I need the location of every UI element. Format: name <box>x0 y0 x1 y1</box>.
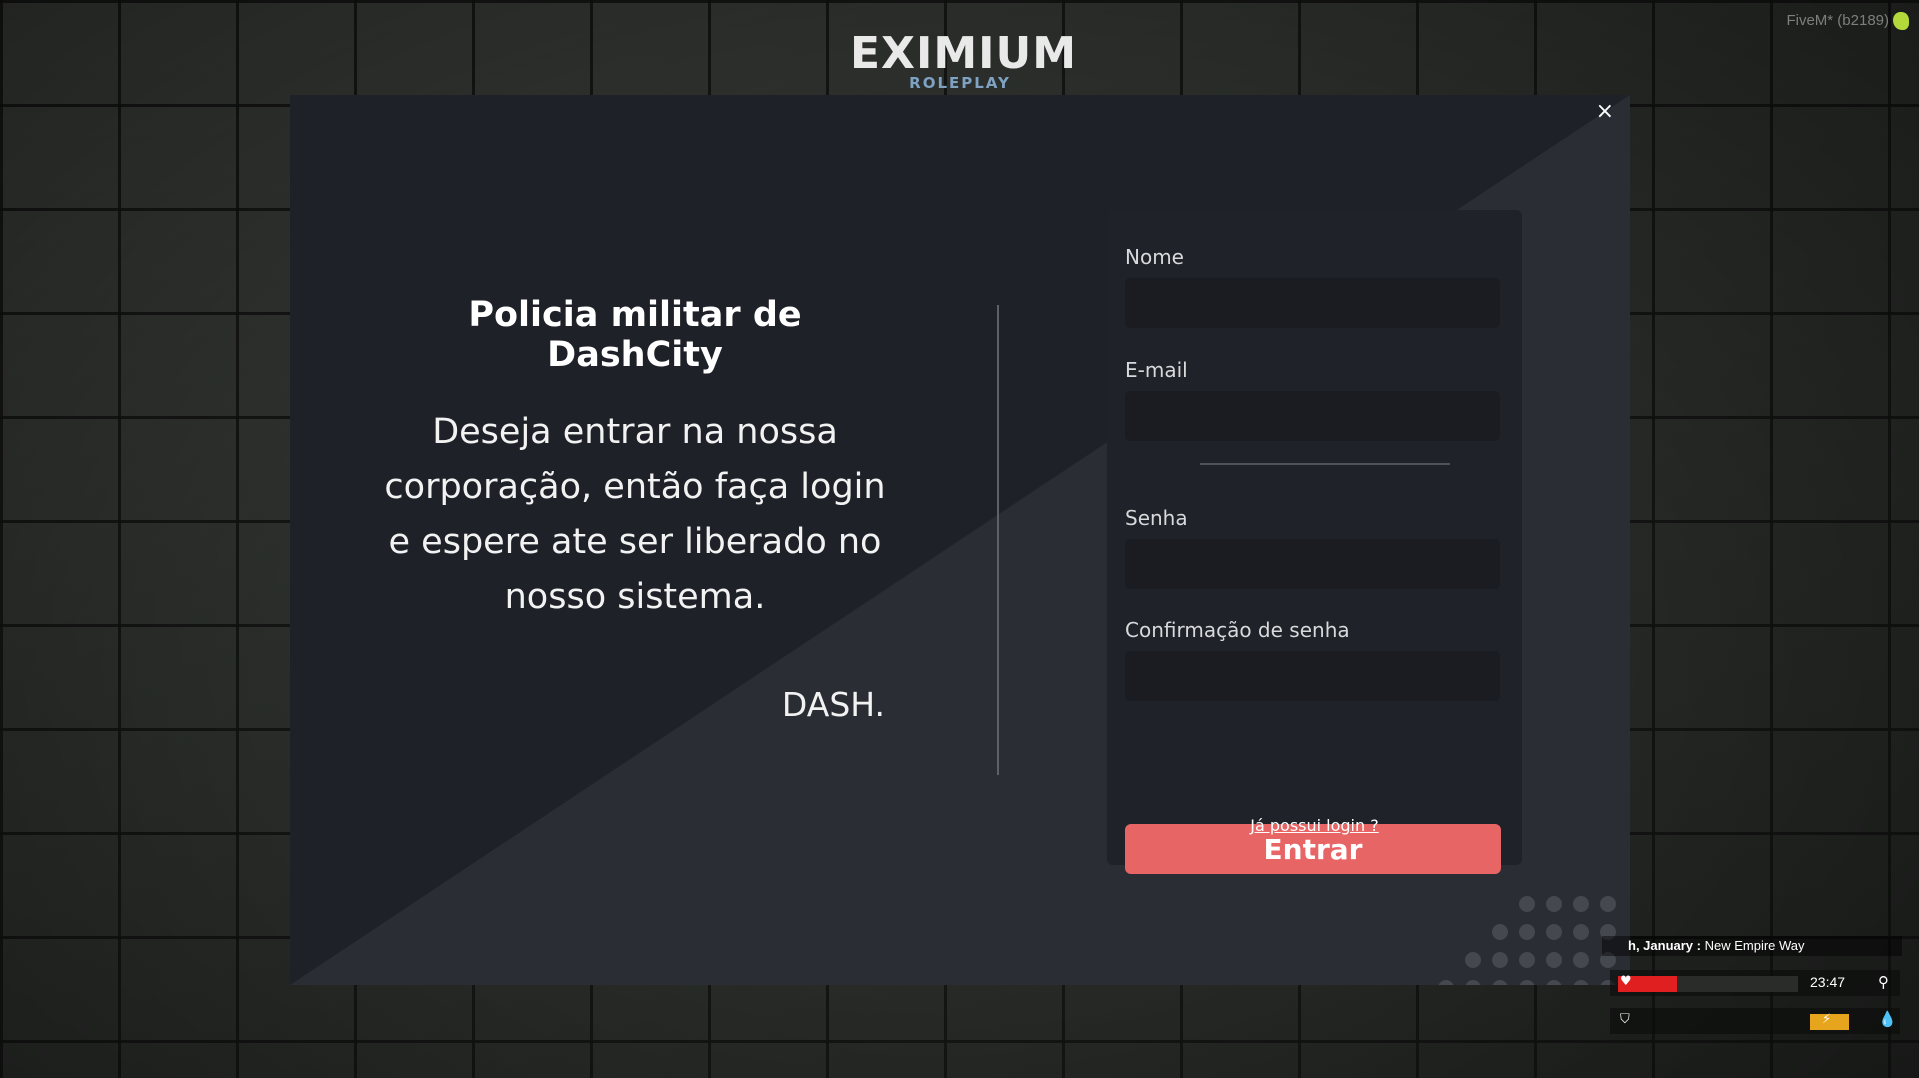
decorative-dot <box>1465 952 1481 968</box>
confirm-password-input[interactable] <box>1125 651 1500 701</box>
register-form: Nome E-mail Senha Confirmação de senha E… <box>1107 210 1522 874</box>
decorative-dot <box>1546 924 1562 940</box>
password-label: Senha <box>1125 506 1188 530</box>
decorative-dot <box>1546 896 1562 912</box>
fivem-build-label: FiveM* (b2189) <box>1786 12 1889 29</box>
water-drop-icon: 💧 <box>1878 1010 1897 1028</box>
decorative-dot <box>1519 896 1535 912</box>
confirm-password-label: Confirmação de senha <box>1125 618 1350 642</box>
hud-location: New Empire Way <box>1704 938 1805 953</box>
form-divider <box>1200 463 1450 465</box>
decorative-dot <box>1573 924 1589 940</box>
lightning-icon: ⚡ <box>1822 1012 1832 1027</box>
logo-title: EXIMIUM <box>850 28 1078 79</box>
decorative-dot <box>1492 924 1508 940</box>
decorative-dot <box>1519 924 1535 940</box>
decorative-dot <box>1573 896 1589 912</box>
vertical-divider <box>997 305 999 775</box>
password-input[interactable] <box>1125 539 1500 589</box>
hud-armor-row: ⛉ ⚡ 💧 <box>1610 1008 1900 1034</box>
modal-title: Policia militar de DashCity <box>468 295 802 375</box>
decorative-dot <box>1519 980 1535 985</box>
name-input[interactable] <box>1125 278 1500 328</box>
fork-knife-icon: ⚲ <box>1878 973 1889 991</box>
decorative-dot <box>1546 980 1562 985</box>
heart-icon: ♥ <box>1620 974 1632 989</box>
hud-location-bar: h, January : New Empire Way <box>1602 936 1902 956</box>
email-label: E-mail <box>1125 358 1188 382</box>
close-icon[interactable]: × <box>1596 99 1614 124</box>
fivem-icon <box>1893 12 1909 30</box>
decorative-dot <box>1546 952 1562 968</box>
game-hud: h, January : New Empire Way ♥ 23:47 ⚲ ⛉ … <box>1602 936 1904 1041</box>
decorative-dot <box>1465 980 1481 985</box>
shield-icon: ⛉ <box>1620 1012 1630 1027</box>
health-bar-track <box>1618 976 1798 992</box>
eximium-logo: EXIMIUM ROLEPLAY <box>850 28 1078 93</box>
decorative-dot <box>1600 896 1616 912</box>
decorative-dot <box>1438 980 1454 985</box>
decorative-dot <box>1573 980 1589 985</box>
hud-date: h, January : <box>1628 938 1701 953</box>
decorative-dot <box>1519 952 1535 968</box>
decorative-dot <box>1492 952 1508 968</box>
name-label: Nome <box>1125 245 1184 269</box>
email-input[interactable] <box>1125 391 1500 441</box>
already-have-login-link[interactable]: Já possui login ? <box>1107 816 1522 835</box>
registration-modal: × Policia militar de DashCity Deseja ent… <box>290 95 1630 985</box>
modal-description: Deseja entrar na nossa corporação, então… <box>384 412 886 617</box>
decorative-dot <box>1573 952 1589 968</box>
hud-health-row: ♥ 23:47 ⚲ <box>1610 970 1900 996</box>
hud-clock: 23:47 <box>1810 974 1846 990</box>
decorative-dot <box>1492 980 1508 985</box>
modal-signature: DASH. <box>781 685 885 724</box>
